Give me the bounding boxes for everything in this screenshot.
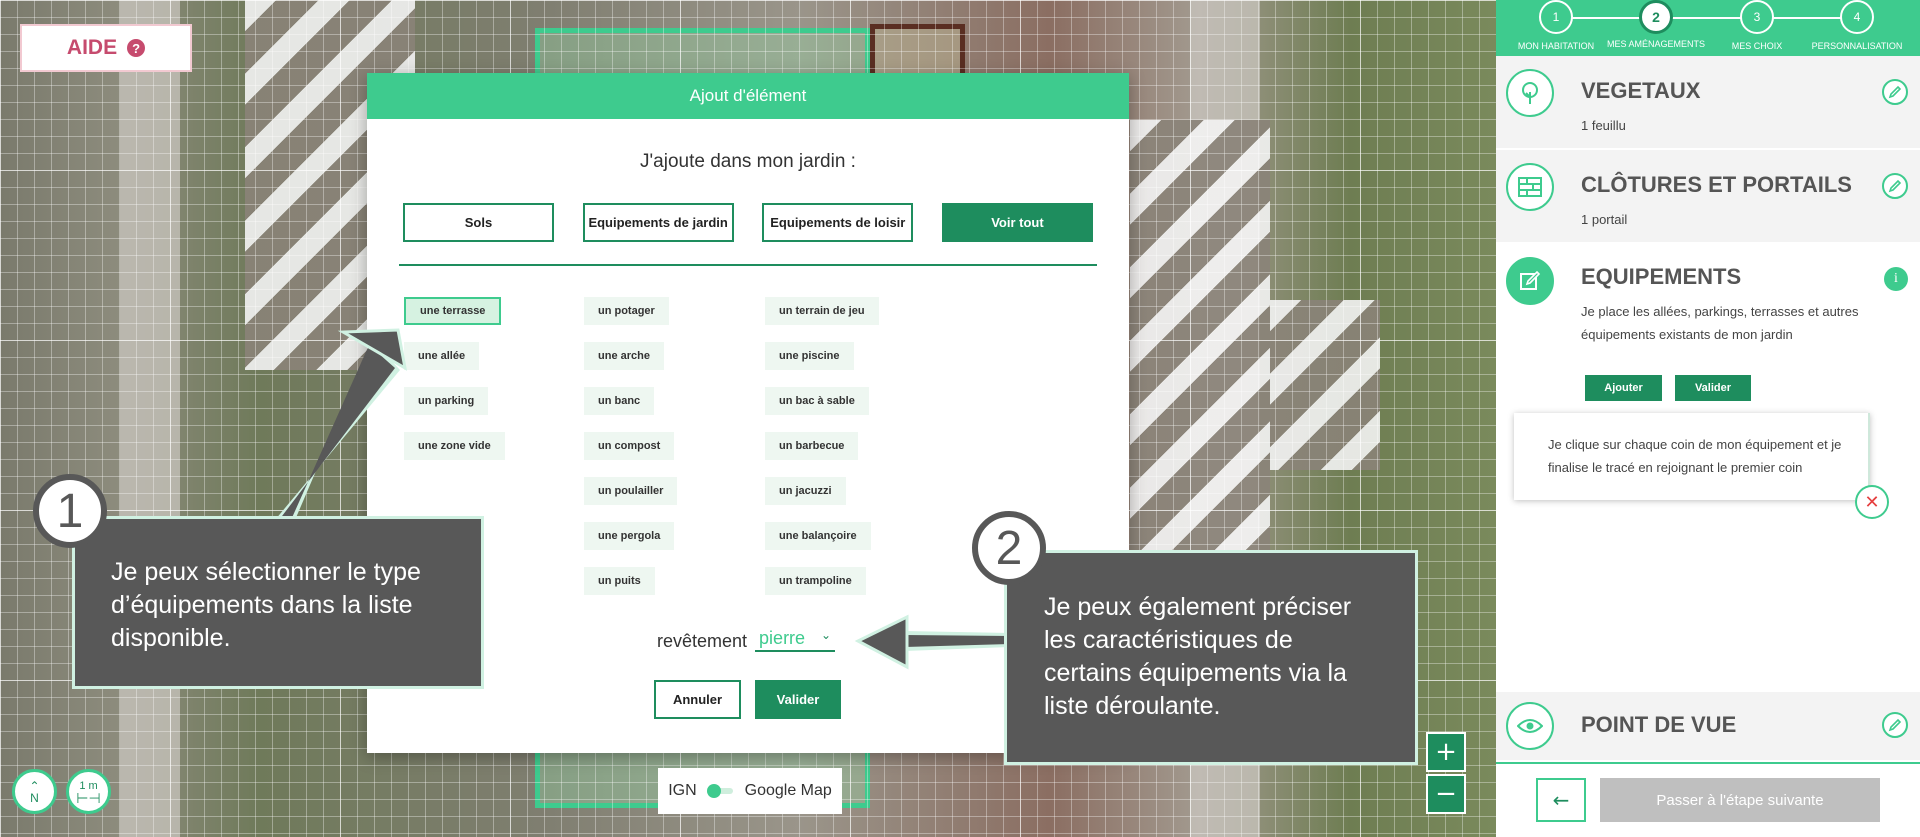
tree-icon bbox=[1506, 69, 1554, 117]
item-arche[interactable]: une arche bbox=[584, 342, 664, 370]
eye-icon bbox=[1506, 702, 1554, 750]
layer-switch[interactable] bbox=[706, 784, 733, 798]
north-compass-button[interactable]: ⌃ N bbox=[12, 769, 57, 814]
north-label: N bbox=[30, 790, 39, 805]
info-icon[interactable]: i bbox=[1884, 267, 1908, 291]
section-title: CLÔTURES ET PORTAILS bbox=[1581, 172, 1852, 197]
step-3-dot: 3 bbox=[1740, 0, 1774, 34]
step-4[interactable]: 4 PERSONNALISATION bbox=[1802, 0, 1912, 51]
item-puits[interactable]: un puits bbox=[584, 567, 655, 595]
item-terrasse[interactable]: une terrasse bbox=[404, 297, 502, 325]
item-allee[interactable]: une allée bbox=[404, 342, 480, 370]
item-potager[interactable]: un potager bbox=[584, 297, 669, 325]
dialog-subtitle: J'ajoute dans mon jardin : bbox=[640, 151, 856, 172]
callout-2: Je peux également préciser les caractéri… bbox=[1004, 550, 1418, 765]
scale-button[interactable]: 1 m ⊢⊣ bbox=[66, 769, 111, 814]
step-1[interactable]: 1 MON HABITATION bbox=[1501, 0, 1611, 51]
callout-1-text: Je peux sélectionner le type d’équipemen… bbox=[111, 558, 421, 652]
step-2-dot: 2 bbox=[1639, 0, 1673, 34]
revetement-label: revêtement bbox=[657, 631, 748, 651]
validate-button[interactable]: Valider bbox=[1675, 375, 1751, 401]
item-jacuzzi[interactable]: un jacuzzi bbox=[765, 477, 846, 505]
step-4-label: PERSONNALISATION bbox=[1811, 41, 1903, 51]
section-title: EQUIPEMENTS bbox=[1581, 264, 1742, 289]
edit-square-icon bbox=[1506, 257, 1554, 305]
step-1-label: MON HABITATION bbox=[1517, 41, 1595, 51]
item-terrain-de-jeu[interactable]: un terrain de jeu bbox=[765, 297, 879, 325]
step-progress: 1 MON HABITATION 2 MES AMÉNAGEMENTS 3 ME… bbox=[1496, 0, 1920, 56]
tab-voir-tout[interactable]: Voir tout bbox=[941, 203, 1093, 242]
add-button[interactable]: Ajouter bbox=[1585, 375, 1662, 401]
item-parking[interactable]: un parking bbox=[404, 387, 489, 415]
zoom-out-button[interactable]: − bbox=[1426, 774, 1466, 814]
item-compost[interactable]: un compost bbox=[584, 432, 675, 460]
callout-1-badge: 1 bbox=[33, 474, 107, 548]
section-title: VEGETAUX bbox=[1581, 78, 1701, 103]
sidebar-footer: ← Passer à l'étape suivante bbox=[1496, 762, 1920, 837]
step-4-dot: 4 bbox=[1840, 0, 1874, 34]
ruler-icon: ⊢⊣ bbox=[76, 789, 101, 806]
revetement-select[interactable]: pierre ⌄ bbox=[755, 628, 836, 652]
cancel-button[interactable]: Annuler bbox=[654, 680, 741, 719]
item-poulailler[interactable]: un poulailler bbox=[584, 477, 678, 505]
divider bbox=[399, 264, 1097, 266]
pencil-icon[interactable] bbox=[1882, 173, 1908, 199]
item-trampoline[interactable]: un trampoline bbox=[765, 567, 866, 595]
fence-icon bbox=[1506, 163, 1554, 211]
revetement-value: pierre bbox=[759, 628, 806, 648]
chevron-down-icon: ⌄ bbox=[820, 628, 832, 642]
confirm-button[interactable]: Valider bbox=[755, 680, 841, 719]
section-sub: Je place les allées, parkings, terrasses… bbox=[1581, 304, 1859, 342]
item-pergola[interactable]: une pergola bbox=[584, 522, 675, 550]
item-balancoire[interactable]: une balançoire bbox=[765, 522, 871, 550]
north-arrow-icon: ⌃ bbox=[29, 778, 40, 793]
step-3-label: MES CHOIX bbox=[1731, 41, 1783, 51]
hint-text: Je clique sur chaque coin de mon équipem… bbox=[1548, 437, 1842, 475]
tab-sols[interactable]: Sols bbox=[403, 203, 554, 242]
item-barbecue[interactable]: un barbecue bbox=[765, 432, 859, 460]
back-button[interactable]: ← bbox=[1536, 778, 1586, 822]
dialog-title: Ajout d'élément bbox=[367, 73, 1129, 119]
item-zone-vide[interactable]: une zone vide bbox=[404, 432, 505, 460]
callout-2-text: Je peux également préciser les caractéri… bbox=[1044, 593, 1352, 720]
section-point-de-vue[interactable]: POINT DE VUE bbox=[1496, 692, 1920, 760]
step-1-dot: 1 bbox=[1539, 0, 1573, 34]
section-clotures[interactable]: CLÔTURES ET PORTAILS 1 portail bbox=[1496, 150, 1920, 242]
revetement-row: revêtement pierre ⌄ bbox=[657, 628, 836, 652]
hint-tooltip: Je clique sur chaque coin de mon équipem… bbox=[1514, 413, 1870, 500]
section-sub: 1 feuillu bbox=[1581, 118, 1626, 133]
pencil-icon[interactable] bbox=[1882, 712, 1908, 738]
help-button[interactable]: AIDE ? bbox=[20, 24, 192, 72]
step-2-label: MES AMÉNAGEMENTS bbox=[1606, 39, 1705, 49]
layer-google-label: Google Map bbox=[744, 782, 832, 799]
category-tabs: Sols Equipements de jardin Equipements d… bbox=[403, 203, 1093, 242]
layer-ign-label: IGN bbox=[668, 782, 697, 799]
pencil-icon[interactable] bbox=[1882, 79, 1908, 105]
item-banc[interactable]: un banc bbox=[584, 387, 655, 415]
close-icon[interactable]: ✕ bbox=[1855, 485, 1889, 519]
help-icon: ? bbox=[127, 39, 146, 57]
tab-equipements-loisir[interactable]: Equipements de loisir bbox=[762, 203, 914, 242]
arrow-left-icon: ← bbox=[1552, 788, 1570, 812]
step-3[interactable]: 3 MES CHOIX bbox=[1702, 0, 1812, 51]
zoom-in-button[interactable]: + bbox=[1426, 732, 1466, 772]
step-2[interactable]: 2 MES AMÉNAGEMENTS bbox=[1601, 0, 1711, 49]
section-vegetaux[interactable]: VEGETAUX 1 feuillu bbox=[1496, 56, 1920, 148]
next-step-button[interactable]: Passer à l'étape suivante bbox=[1600, 778, 1880, 822]
callout-2-badge: 2 bbox=[972, 511, 1046, 585]
section-sub: 1 portail bbox=[1581, 212, 1628, 227]
item-bac-a-sable[interactable]: un bac à sable bbox=[765, 387, 869, 415]
layer-toggle[interactable]: IGN Google Map bbox=[658, 768, 842, 814]
tab-equipements-jardin[interactable]: Equipements de jardin bbox=[582, 203, 734, 242]
section-title: POINT DE VUE bbox=[1581, 712, 1737, 737]
help-label: AIDE bbox=[66, 36, 118, 59]
callout-1: Je peux sélectionner le type d’équipemen… bbox=[72, 516, 484, 689]
item-piscine[interactable]: une piscine bbox=[765, 342, 854, 370]
